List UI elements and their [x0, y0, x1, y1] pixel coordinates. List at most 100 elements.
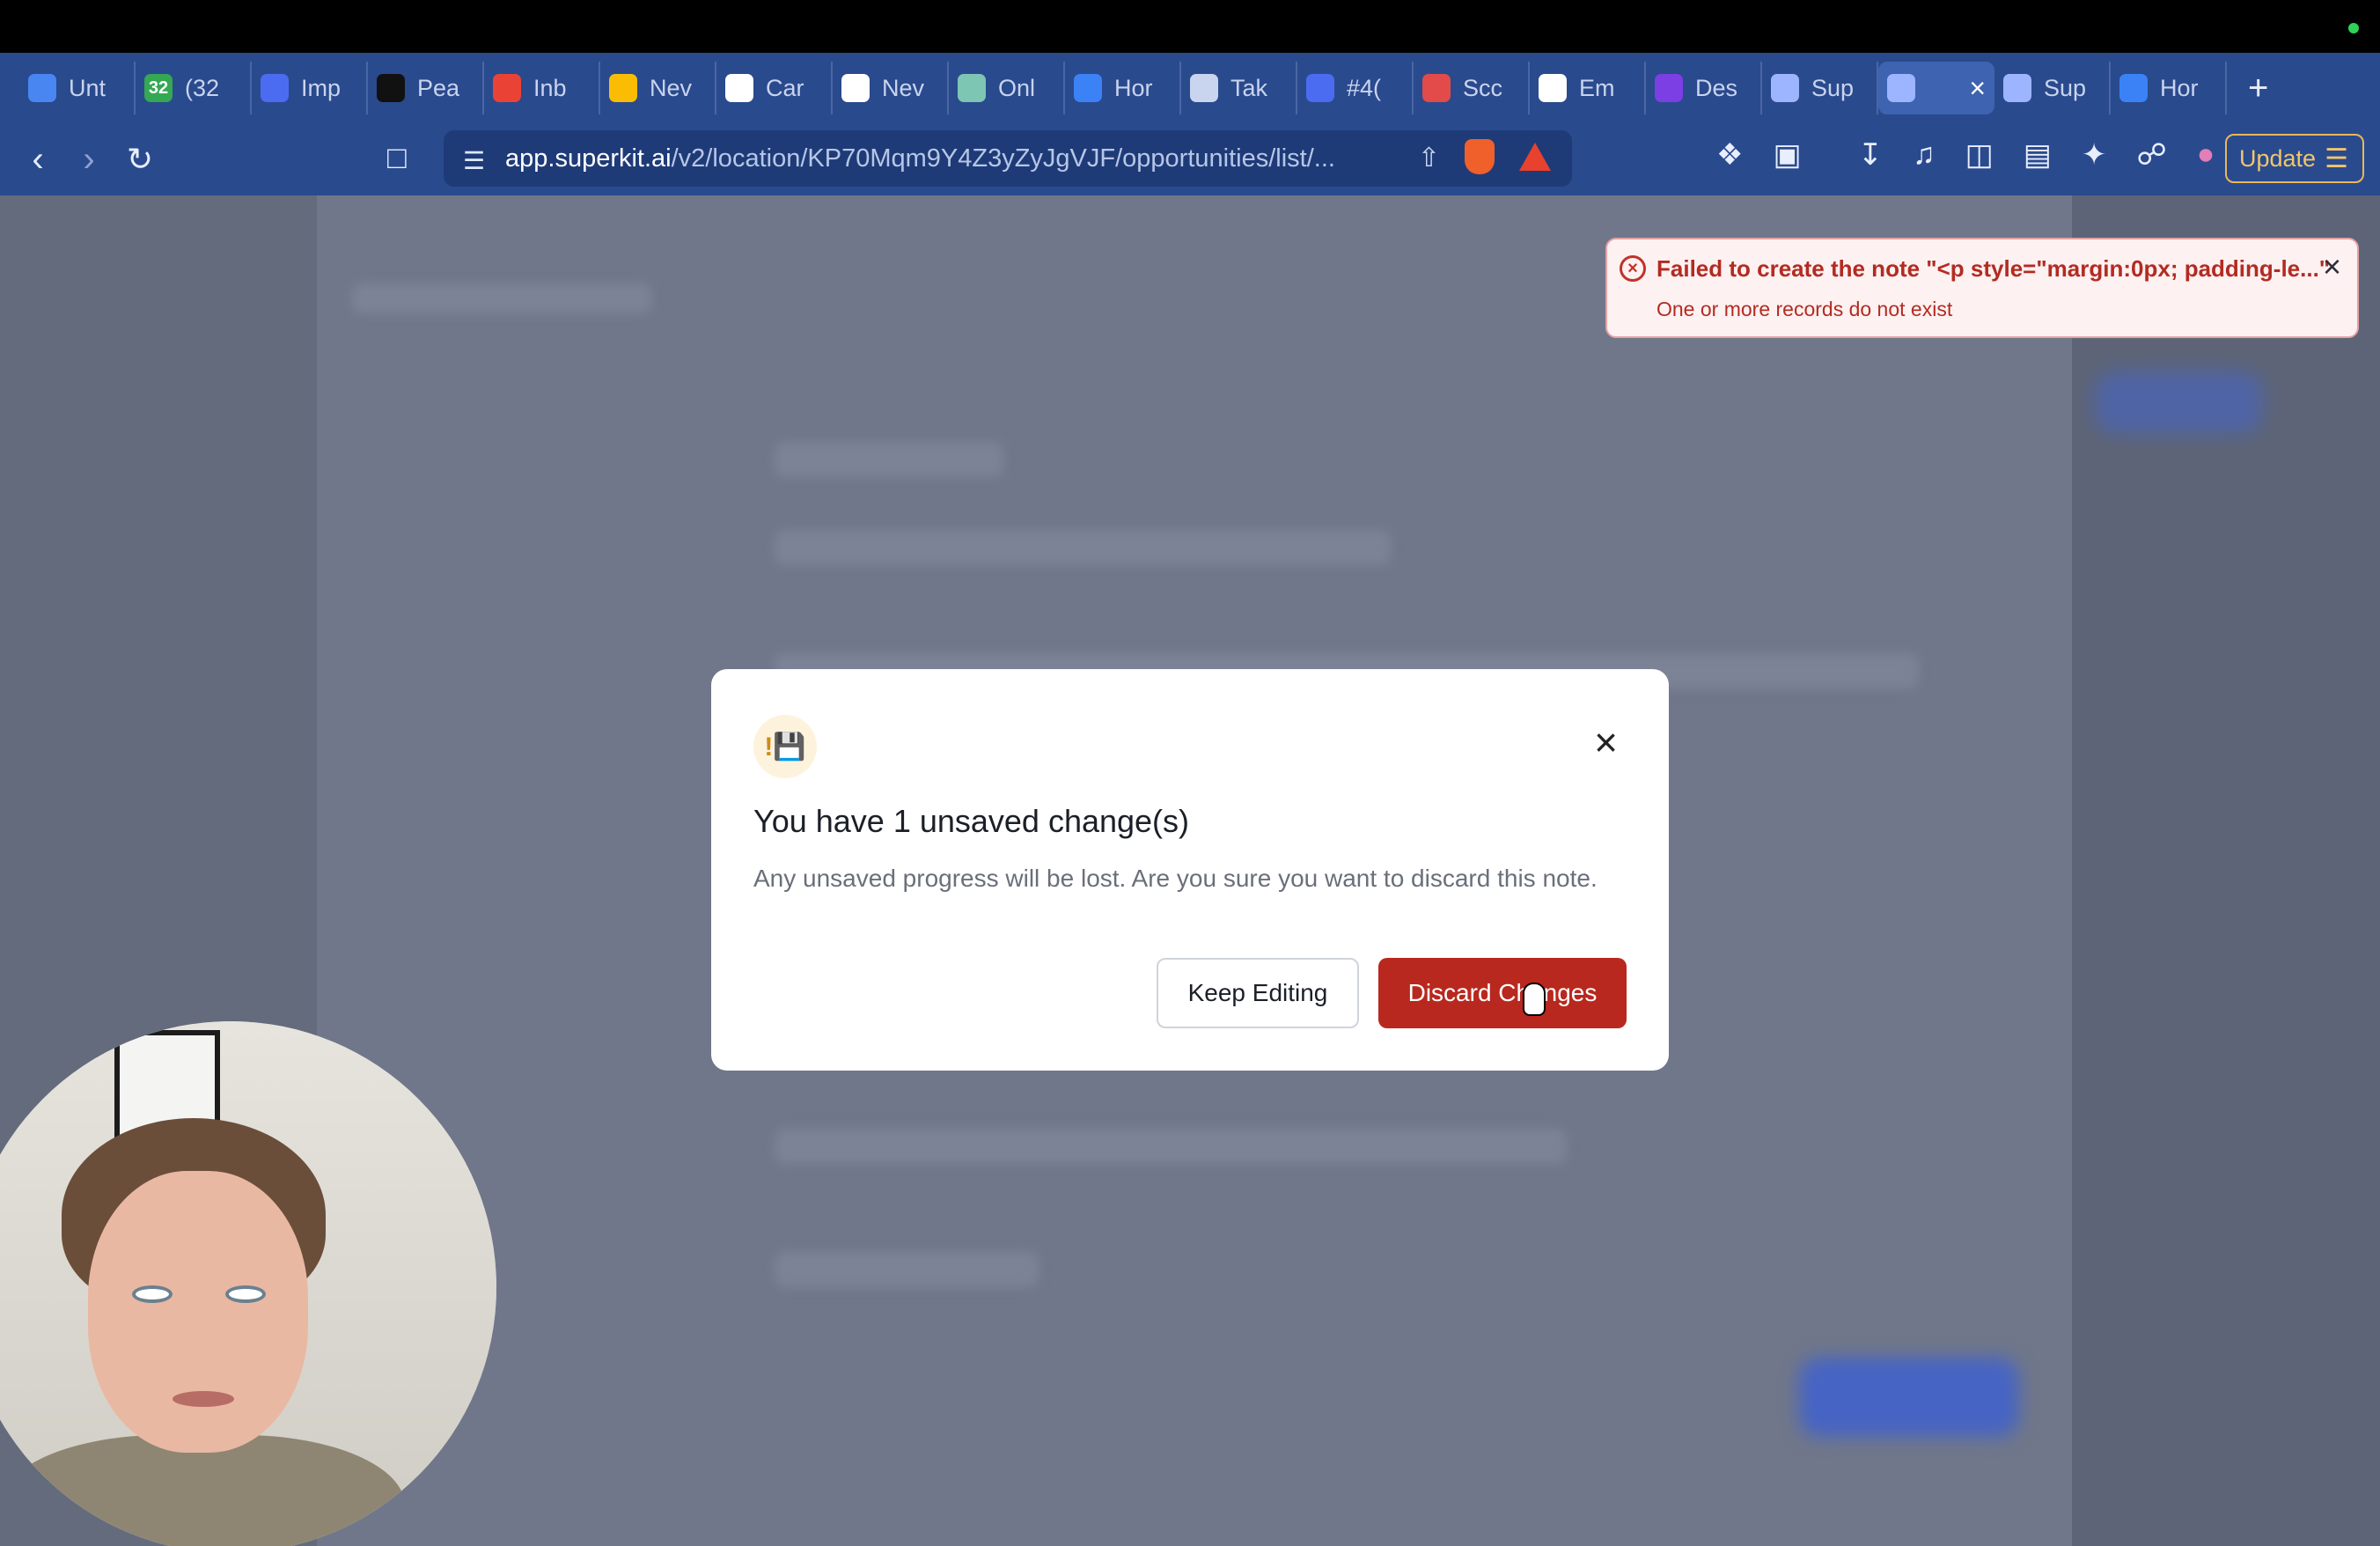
toast-description: One or more records do not exist	[1656, 298, 1953, 320]
rocket-icon	[1771, 74, 1799, 102]
browser-tab[interactable]: Tak	[1181, 62, 1297, 114]
openai-icon	[1539, 74, 1567, 102]
webcam-person-eye	[225, 1285, 266, 1303]
browser-tab[interactable]: Des	[1646, 62, 1762, 114]
tab-label: Imp	[301, 74, 342, 101]
tab-label: Nev	[882, 74, 925, 101]
browser-tab[interactable]: Nev	[833, 62, 949, 114]
toast-title: Failed to create the note "<p style="mar…	[1656, 255, 2331, 282]
browser-tab[interactable]: Car	[716, 62, 833, 114]
chat-icon	[261, 74, 289, 102]
browser-tab[interactable]: 32 (32	[136, 62, 252, 114]
openai-icon	[725, 74, 753, 102]
globe-icon	[1190, 74, 1218, 102]
blurred-content	[775, 530, 1391, 565]
sidebar-icon[interactable]: ◫	[1965, 137, 1994, 173]
webcam-person-eye	[132, 1285, 173, 1303]
rocket-icon	[2003, 74, 2031, 102]
tab-label: Des	[1695, 74, 1738, 101]
docs-icon	[28, 74, 56, 102]
tab-label: Hor	[1114, 74, 1153, 101]
browser-tab[interactable]: Sup	[1762, 62, 1878, 114]
grid-icon	[958, 74, 986, 102]
site-settings-icon[interactable]: ☰	[463, 146, 485, 175]
browser-tab[interactable]: Nev	[600, 62, 716, 114]
close-icon[interactable]: ×	[2323, 248, 2341, 285]
reload-icon[interactable]: ↻	[114, 141, 165, 178]
address-bar[interactable]: ☰ app.superkit.ai/v2/location/KP70Mqm9Y4…	[444, 130, 1572, 187]
browser-tab[interactable]: Onl	[949, 62, 1065, 114]
reader-icon[interactable]: ▣	[1773, 137, 1801, 173]
brave-rewards-icon[interactable]	[1519, 143, 1551, 171]
error-icon: ×	[1620, 255, 1646, 282]
bookmark-icon[interactable]: □	[387, 139, 407, 176]
toolbar-icons: ❖ ▣ ↧ ♫ ◫ ▤ ✦ ☍ ●	[1716, 137, 2215, 173]
scrib-icon	[1422, 74, 1451, 102]
close-icon[interactable]: ×	[1594, 718, 1618, 766]
browser-tab[interactable]: Hor	[1065, 62, 1181, 114]
vpn-icon[interactable]: ☍	[2136, 137, 2166, 173]
tab-label: (32	[185, 74, 220, 101]
tab-label: Unt	[69, 74, 107, 101]
gmail-icon	[493, 74, 521, 102]
dialog-title: You have 1 unsaved change(s)	[753, 803, 1190, 839]
webcam-overlay	[0, 1021, 496, 1546]
browser-tab[interactable]: Imp	[252, 62, 368, 114]
blurred-content	[775, 442, 1003, 477]
tab-label: Nev	[650, 74, 693, 101]
update-label: Update	[2239, 144, 2317, 172]
unsaved-warning-icon: !💾	[753, 715, 817, 778]
design-icon	[1655, 74, 1683, 102]
mouse-cursor	[1523, 983, 1546, 1016]
tab-label: Sup	[2044, 74, 2087, 101]
profile-icon[interactable]: ●	[2197, 137, 2215, 173]
blurred-save-button	[1799, 1358, 2019, 1437]
forward-icon[interactable]: ›	[63, 140, 114, 180]
browser-tab[interactable]: Inb	[484, 62, 600, 114]
webcam-person-mouth	[173, 1391, 234, 1407]
discard-changes-button[interactable]: Discard Changes	[1378, 958, 1627, 1028]
wallet-icon[interactable]: ▤	[2024, 137, 2052, 173]
tab-label: Pea	[417, 74, 460, 101]
update-button[interactable]: Update ☰	[2225, 134, 2364, 183]
blurred-content	[775, 1129, 1567, 1164]
url-path: /v2/location/KP70Mqm9Y4Z3yZyJgVJF/opport…	[671, 144, 1335, 173]
blurred-content	[352, 283, 651, 313]
brave-shields-icon[interactable]	[1465, 139, 1495, 174]
error-toast: × Failed to create the note "<p style="m…	[1605, 238, 2359, 338]
browser-tab[interactable]: ×	[1878, 62, 1994, 114]
browser-tab[interactable]: #4(	[1297, 62, 1414, 114]
framer-icon	[377, 74, 405, 102]
browser-tab[interactable]: Hor	[2111, 62, 2227, 114]
back-icon[interactable]: ‹	[12, 140, 63, 180]
dialog-message: Any unsaved progress will be lost. Are y…	[753, 865, 1598, 892]
share-icon[interactable]: ⇧	[1418, 143, 1440, 173]
extensions-icon[interactable]: ❖	[1716, 137, 1743, 173]
music-icon[interactable]: ♫	[1913, 137, 1936, 173]
system-top-strip	[0, 0, 2380, 53]
keep-editing-button[interactable]: Keep Editing	[1157, 958, 1359, 1028]
tab-label: Car	[766, 74, 804, 101]
browser-tab[interactable]: Em	[1530, 62, 1646, 114]
navigation-bar: ‹ › ↻ □ ☰ app.superkit.ai/v2/location/KP…	[0, 123, 2380, 195]
drive-icon	[609, 74, 637, 102]
c-logo-icon	[2119, 74, 2148, 102]
chat-icon	[1306, 74, 1334, 102]
tab-bar: Unt 32 (32 Imp Pea Inb Nev Car Nev Onl Hor Tak #4(Sc…	[0, 53, 2380, 123]
webcam-person-face	[88, 1171, 308, 1453]
browser-tab[interactable]: Scc	[1414, 62, 1530, 114]
browser-tab[interactable]: Pea	[368, 62, 484, 114]
browser-tab[interactable]: Sup	[1994, 62, 2111, 114]
download-icon[interactable]: ↧	[1858, 137, 1884, 173]
tab-label: Hor	[2160, 74, 2199, 101]
tab-label: Em	[1579, 74, 1615, 101]
badge-32-icon: 32	[144, 74, 173, 102]
new-tab-button[interactable]: +	[2248, 69, 2268, 108]
blurred-content	[775, 1252, 1039, 1287]
tab-label: Sup	[1811, 74, 1855, 101]
close-tab-icon[interactable]: ×	[1969, 72, 1986, 105]
leo-ai-icon[interactable]: ✦	[2082, 137, 2107, 173]
browser-tab[interactable]: Unt	[19, 62, 136, 114]
recording-indicator	[2348, 23, 2359, 33]
menu-icon: ☰	[2325, 144, 2348, 173]
